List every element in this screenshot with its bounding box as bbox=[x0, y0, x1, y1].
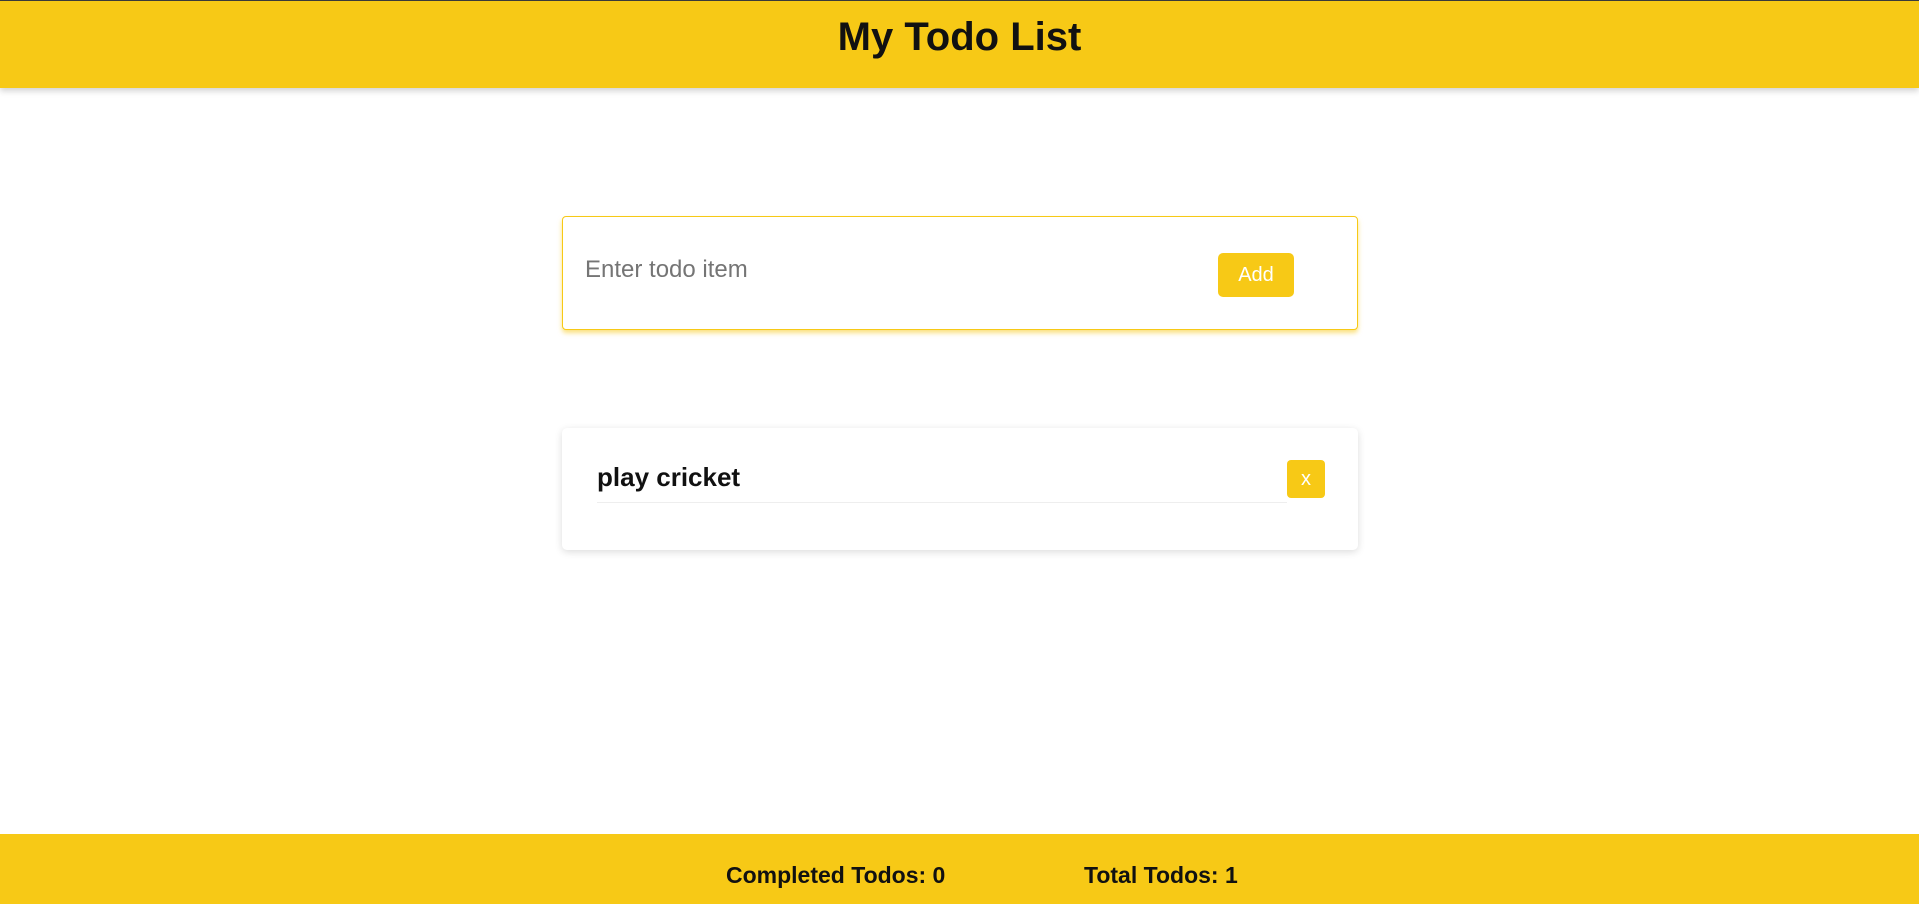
todo-item-text: play cricket bbox=[597, 462, 741, 492]
app-header: My Todo List bbox=[0, 0, 1919, 88]
add-button[interactable]: Add bbox=[1218, 253, 1294, 297]
todo-list-card: play cricket x bbox=[562, 428, 1358, 550]
page-title: My Todo List bbox=[837, 15, 1082, 59]
app-footer: Completed Todos: 0 Total Todos: 1 bbox=[0, 834, 1919, 904]
todo-input[interactable] bbox=[583, 247, 1147, 293]
total-todos-count: Total Todos: 1 bbox=[1084, 862, 1238, 888]
list-item: play cricket bbox=[597, 458, 1287, 503]
todo-input-card: Add bbox=[562, 216, 1358, 330]
delete-todo-button[interactable]: x bbox=[1287, 460, 1325, 498]
todo-app: My Todo List Add play cricket x Complete… bbox=[0, 0, 1919, 904]
completed-todos-count: Completed Todos: 0 bbox=[726, 862, 946, 888]
